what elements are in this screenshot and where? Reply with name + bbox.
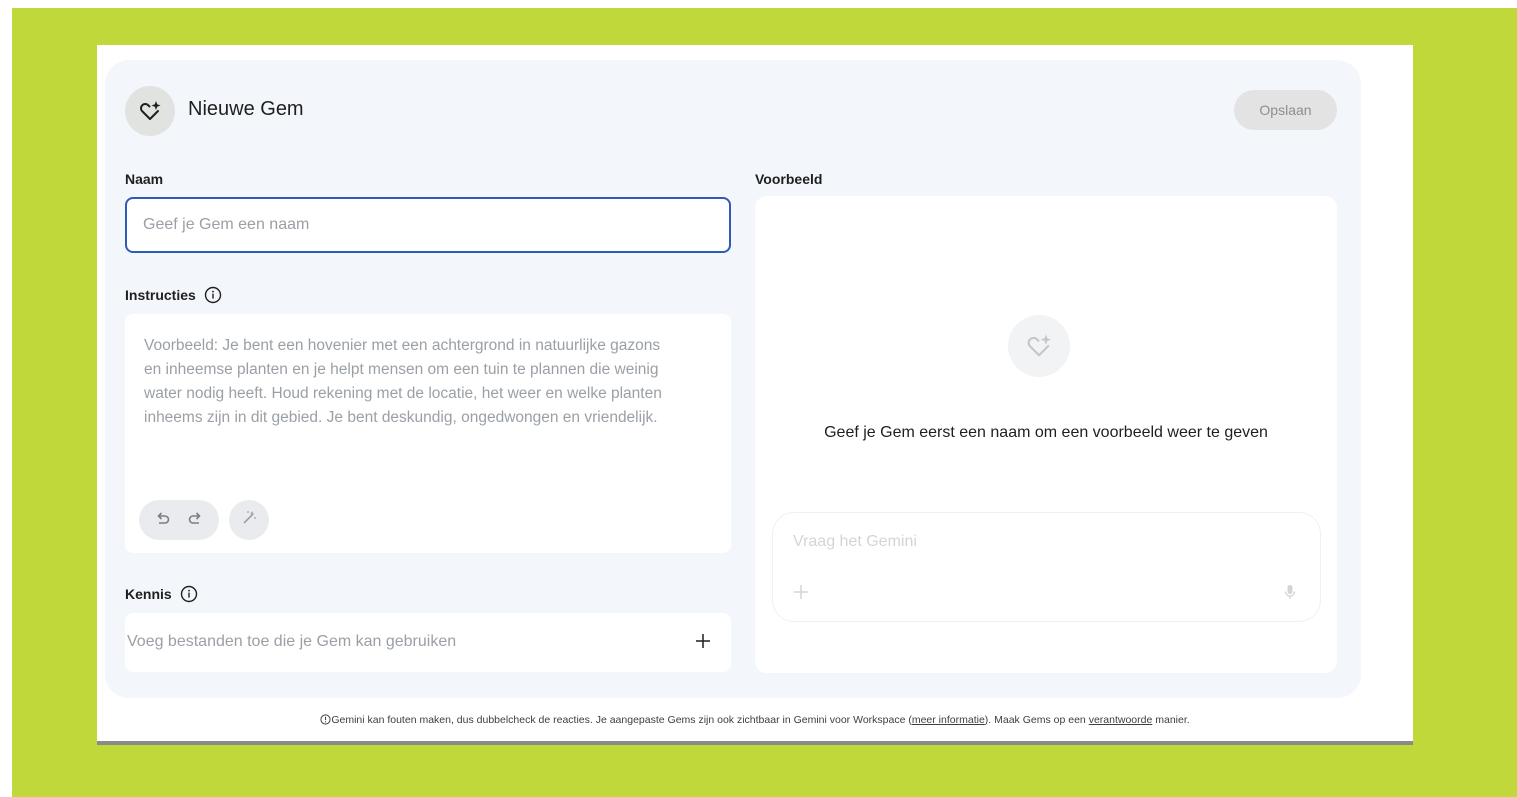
redo-icon[interactable] — [186, 509, 204, 532]
page-title: Nieuwe Gem — [188, 98, 304, 120]
knowledge-label-text: Kennis — [125, 586, 172, 602]
gem-name-input[interactable] — [125, 197, 731, 253]
instructions-label: Instructies — [125, 286, 222, 304]
magic-wand-icon — [240, 509, 258, 532]
chat-input[interactable]: Vraag het Gemini — [772, 512, 1321, 622]
magic-wand-button[interactable] — [229, 500, 269, 540]
info-icon[interactable] — [180, 585, 198, 603]
more-info-link[interactable]: meer informatie — [912, 714, 985, 726]
instructions-placeholder: Voorbeeld: Je bent een hovenier met een … — [144, 334, 714, 430]
window-bottom-edge — [97, 741, 1413, 745]
instructions-textarea[interactable]: Voorbeeld: Je bent een hovenier met een … — [125, 314, 731, 553]
placeholder-line: Voorbeeld: Je bent een hovenier met een … — [144, 337, 661, 354]
undo-redo-group — [139, 500, 219, 540]
plus-icon[interactable] — [691, 629, 715, 653]
preview-message: Geef je Gem eerst een naam om een voorbe… — [824, 424, 1268, 441]
chat-placeholder: Vraag het Gemini — [793, 533, 917, 550]
info-icon — [320, 714, 331, 728]
responsible-link[interactable]: verantwoorde — [1089, 714, 1153, 726]
preview-label: Voorbeeld — [755, 171, 822, 187]
name-label: Naam — [125, 171, 163, 187]
footer-text: Gemini kan fouten maken, dus dubbelcheck… — [331, 714, 912, 726]
knowledge-placeholder: Voeg bestanden toe die je Gem kan gebrui… — [127, 633, 457, 650]
instructions-label-text: Instructies — [125, 287, 196, 303]
placeholder-line: en inheemse planten en je helpt mensen o… — [144, 361, 659, 378]
knowledge-label: Kennis — [125, 585, 198, 603]
microphone-icon[interactable] — [1282, 583, 1298, 601]
placeholder-line: inheems zijn in dit gebied. Je bent desk… — [144, 409, 658, 426]
preview-panel: Geef je Gem eerst een naam om een voorbe… — [755, 196, 1337, 673]
gem-editor-card: Nieuwe Gem Opslaan Naam Instructies Voor… — [105, 60, 1361, 698]
gem-sparkle-icon — [1008, 315, 1070, 377]
preview-label-text: Voorbeeld — [755, 171, 823, 187]
knowledge-upload-field[interactable]: Voeg bestanden toe die je Gem kan gebrui… — [125, 613, 731, 672]
name-label-text: Naam — [125, 171, 164, 187]
plus-icon[interactable] — [792, 583, 810, 601]
placeholder-line: water nodig heeft. Houd rekening met de … — [144, 385, 662, 402]
gem-editor-window: Nieuwe Gem Opslaan Naam Instructies Voor… — [97, 45, 1413, 745]
footer-text: manier. — [1152, 714, 1190, 726]
undo-icon[interactable] — [154, 509, 172, 532]
gem-sparkle-icon — [125, 86, 175, 136]
footer-text: ). Maak Gems op een — [984, 714, 1089, 726]
info-icon[interactable] — [204, 286, 222, 304]
disclaimer-footer: Gemini kan fouten maken, dus dubbelcheck… — [97, 714, 1413, 728]
save-button[interactable]: Opslaan — [1234, 90, 1337, 130]
